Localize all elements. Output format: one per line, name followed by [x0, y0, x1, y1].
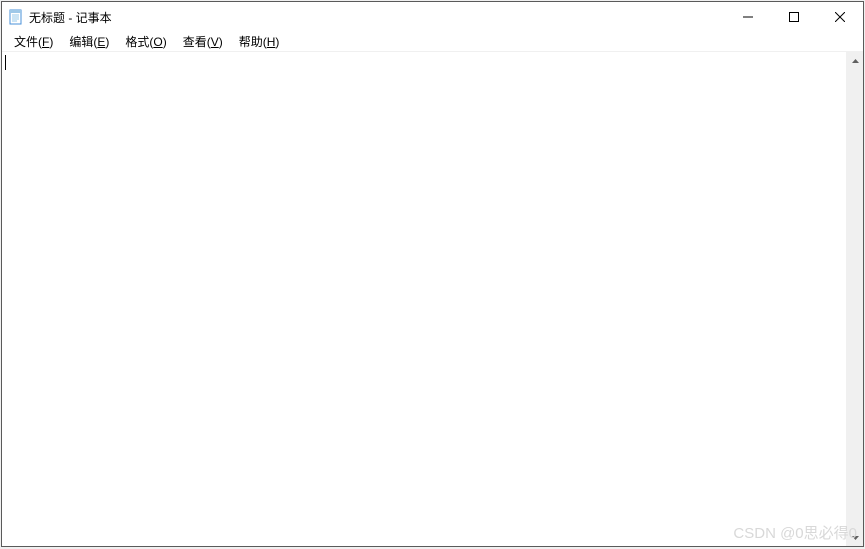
menu-format[interactable]: 格式(O) [117, 31, 174, 52]
content-area [2, 52, 863, 546]
scroll-down-button[interactable] [847, 529, 863, 546]
vertical-scrollbar[interactable] [846, 52, 863, 546]
scroll-up-button[interactable] [847, 52, 863, 69]
close-icon [835, 12, 845, 22]
chevron-down-icon [852, 536, 859, 540]
menu-edit[interactable]: 编辑(E) [61, 31, 117, 52]
scroll-track[interactable] [847, 69, 863, 529]
maximize-icon [789, 12, 799, 22]
menu-file[interactable]: 文件(F) [6, 31, 61, 52]
close-button[interactable] [817, 2, 863, 32]
app-window: 无标题 - 记事本 文件(F) [1, 1, 864, 547]
window-controls [725, 2, 863, 32]
minimize-button[interactable] [725, 2, 771, 32]
window-title: 无标题 - 记事本 [29, 9, 725, 26]
menu-view[interactable]: 查看(V) [175, 31, 231, 52]
editor-wrapper [2, 52, 846, 546]
minimize-icon [743, 12, 753, 22]
menubar: 文件(F) 编辑(E) 格式(O) 查看(V) 帮助(H) [2, 32, 863, 52]
maximize-button[interactable] [771, 2, 817, 32]
text-editor[interactable] [2, 52, 194, 92]
notepad-icon [8, 9, 24, 25]
chevron-up-icon [852, 59, 859, 63]
text-cursor [5, 55, 6, 70]
menu-help[interactable]: 帮助(H) [231, 31, 288, 52]
titlebar[interactable]: 无标题 - 记事本 [2, 2, 863, 32]
